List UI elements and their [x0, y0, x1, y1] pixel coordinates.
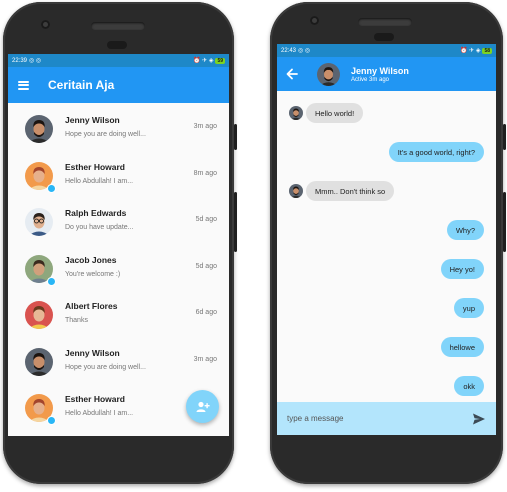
chat-contact-name: Jacob Jones [65, 254, 117, 265]
status-bar: 22:39 ◎ ◎ ⏰ ✈ ◈ 59 [8, 54, 229, 67]
chat-contact-name: Jenny Wilson [65, 347, 120, 358]
avatar [25, 115, 53, 143]
chat-last-message: Hello Abdullah! I am... [65, 177, 134, 185]
chat-contact-name: Esther Howard [65, 394, 125, 404]
speaker-grille [91, 22, 145, 30]
outgoing-message-bubble[interactable]: Hey yo! [440, 259, 484, 279]
chat-list-screen: 22:39 ◎ ◎ ⏰ ✈ ◈ 59 Ceritain Aja Jenny Wi… [8, 54, 229, 436]
incoming-message-bubble[interactable]: Hello world! [306, 103, 364, 123]
chat-timestamp: 3m ago [193, 355, 217, 363]
chat-timestamp: 3m ago [193, 123, 217, 130]
phone-right: 22:43 ◎ ◎ ⏰ ✈ ◈ 58 Jenny Wilson Active 3… [270, 2, 506, 484]
power-button [503, 192, 506, 252]
status-notification-icons: ◎ ◎ [298, 48, 311, 54]
chat-last-message: Hope you are doing well... [65, 363, 146, 371]
message-thread: Hello world! It's a good world, right? Mm… [277, 91, 496, 435]
status-system-icons: ⏰ ✈ ◈ [459, 48, 481, 54]
status-time: 22:39 [12, 57, 28, 64]
online-status-dot [47, 416, 56, 425]
avatar [25, 347, 53, 376]
status-notification-icons: ◎ ◎ [29, 58, 42, 64]
sensor-notch [374, 33, 394, 41]
message-input[interactable]: type a message [287, 414, 472, 423]
phone-left: 22:39 ◎ ◎ ⏰ ✈ ◈ 59 Ceritain Aja Jenny Wi… [3, 2, 237, 484]
message-composer: type a message [277, 402, 496, 435]
avatar [25, 208, 53, 236]
back-arrow-icon[interactable] [285, 67, 299, 81]
speaker-grille [358, 18, 412, 26]
avatar [25, 301, 53, 329]
status-system-icons: ⏰ ✈ ◈ [192, 58, 214, 64]
chat-list-item[interactable]: Ralph Edwards Do you have update... 5d a… [8, 200, 229, 247]
front-camera [41, 20, 50, 29]
send-icon[interactable] [472, 412, 486, 426]
chat-timestamp: 8m ago [193, 169, 217, 177]
battery-icon: 59 [215, 57, 225, 64]
chat-last-message: Thanks [65, 317, 88, 324]
chat-last-message: You're welcome :) [65, 270, 121, 278]
chat-contact-name: Ralph Edwards [65, 208, 127, 218]
online-status-dot [47, 276, 56, 286]
chat-timestamp: 6d ago [195, 309, 217, 316]
status-bar: 22:43 ◎ ◎ ⏰ ✈ ◈ 58 [277, 44, 496, 57]
chat-timestamp: 5d ago [195, 216, 217, 223]
message-sender-avatar [289, 106, 303, 120]
battery-icon: 58 [482, 47, 492, 54]
message-sender-avatar [289, 184, 303, 198]
chat-timestamp: 5d ago [195, 262, 217, 270]
outgoing-message-bubble[interactable]: Why? [446, 220, 484, 240]
chat-last-message: Do you have update... [65, 224, 134, 231]
outgoing-message-bubble[interactable]: hellowe [440, 337, 484, 357]
chat-last-message: Hope you are doing well... [65, 131, 146, 138]
app-title: Ceritain Aja [48, 78, 115, 92]
contact-status: Active 3m ago [351, 76, 390, 83]
chat-list-item[interactable]: Jenny Wilson Hope you are doing well... … [8, 107, 229, 154]
front-camera [310, 16, 319, 25]
contact-avatar[interactable] [317, 62, 340, 86]
outgoing-message-bubble[interactable]: It's a good world, right? [388, 142, 484, 162]
app-bar: Ceritain Aja [8, 67, 229, 103]
volume-button [234, 124, 237, 150]
chat-list-item[interactable]: Esther Howard Hello Abdullah! I am... 8m… [8, 154, 229, 201]
chat-list: Jenny Wilson Hope you are doing well... … [8, 103, 229, 433]
chat-list-item[interactable]: Jenny Wilson Hope you are doing well... … [8, 340, 229, 387]
add-person-icon [196, 401, 210, 412]
outgoing-message-bubble[interactable]: okk [454, 376, 484, 396]
incoming-message-bubble[interactable]: Mmm.. Don't think so [306, 181, 395, 201]
chat-contact-name: Esther Howard [65, 161, 125, 172]
conversation-app-bar: Jenny Wilson Active 3m ago [277, 57, 496, 91]
chat-list-item[interactable]: Albert Flores Thanks 6d ago [8, 293, 229, 340]
volume-button [503, 124, 506, 150]
menu-icon[interactable] [18, 80, 29, 90]
add-contact-button[interactable] [186, 390, 219, 423]
outgoing-message-bubble[interactable]: yup [453, 298, 484, 318]
sensor-notch [107, 41, 127, 49]
online-status-dot [47, 183, 56, 193]
chat-last-message: Hello Abdullah! I am... [65, 410, 134, 417]
chat-contact-name: Albert Flores [65, 301, 118, 311]
chat-list-item[interactable]: Jacob Jones You're welcome :) 5d ago [8, 247, 229, 294]
conversation-screen: 22:43 ◎ ◎ ⏰ ✈ ◈ 58 Jenny Wilson Active 3… [277, 44, 496, 435]
chat-contact-name: Jenny Wilson [65, 115, 120, 125]
status-time: 22:43 [281, 47, 297, 54]
contact-name: Jenny Wilson [351, 65, 409, 76]
power-button [234, 192, 237, 252]
